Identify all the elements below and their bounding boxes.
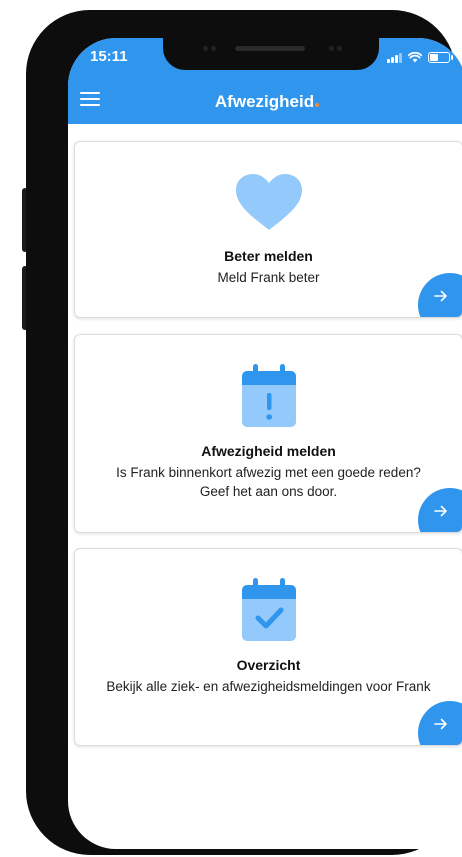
signal-icon bbox=[387, 52, 402, 63]
phone-screen: 15:11 Afwezigheid Beter melden Meld Fran… bbox=[68, 38, 462, 849]
arrow-right-icon bbox=[434, 505, 447, 517]
arrow-right-icon bbox=[434, 290, 447, 302]
card-afwezigheid-melden[interactable]: Afwezigheid melden Is Frank binnenkort a… bbox=[74, 334, 462, 533]
phone-frame: 15:11 Afwezigheid Beter melden Meld Fran… bbox=[26, 10, 462, 855]
page-title: Afwezigheid bbox=[68, 92, 462, 112]
heart-icon bbox=[235, 174, 302, 230]
page-title-text: Afwezigheid bbox=[214, 92, 315, 111]
card-description: Bekijk alle ziek- en afwezigheidsmelding… bbox=[106, 679, 431, 694]
card-overzicht[interactable]: Overzicht Bekijk alle ziek- en afwezighe… bbox=[74, 548, 462, 746]
card-beter-melden[interactable]: Beter melden Meld Frank beter bbox=[74, 141, 462, 318]
title-accent-dot bbox=[315, 103, 320, 107]
card-description: Is Frank binnenkort afwezig met een goed… bbox=[116, 465, 421, 499]
status-time: 15:11 bbox=[90, 48, 128, 65]
status-icons bbox=[387, 50, 453, 64]
phone-notch bbox=[163, 38, 379, 70]
app-header: 15:11 Afwezigheid bbox=[68, 38, 462, 124]
battery-icon bbox=[428, 51, 453, 63]
arrow-right-icon bbox=[434, 718, 447, 730]
wifi-icon bbox=[408, 51, 422, 62]
calendar-alert-icon bbox=[241, 364, 296, 427]
card-title: Afwezigheid melden bbox=[201, 443, 336, 459]
calendar-check-icon bbox=[241, 578, 296, 641]
arrow-right-button[interactable] bbox=[418, 701, 462, 745]
card-description: Meld Frank beter bbox=[217, 270, 320, 285]
card-title: Overzicht bbox=[236, 657, 301, 673]
card-title: Beter melden bbox=[224, 248, 313, 264]
